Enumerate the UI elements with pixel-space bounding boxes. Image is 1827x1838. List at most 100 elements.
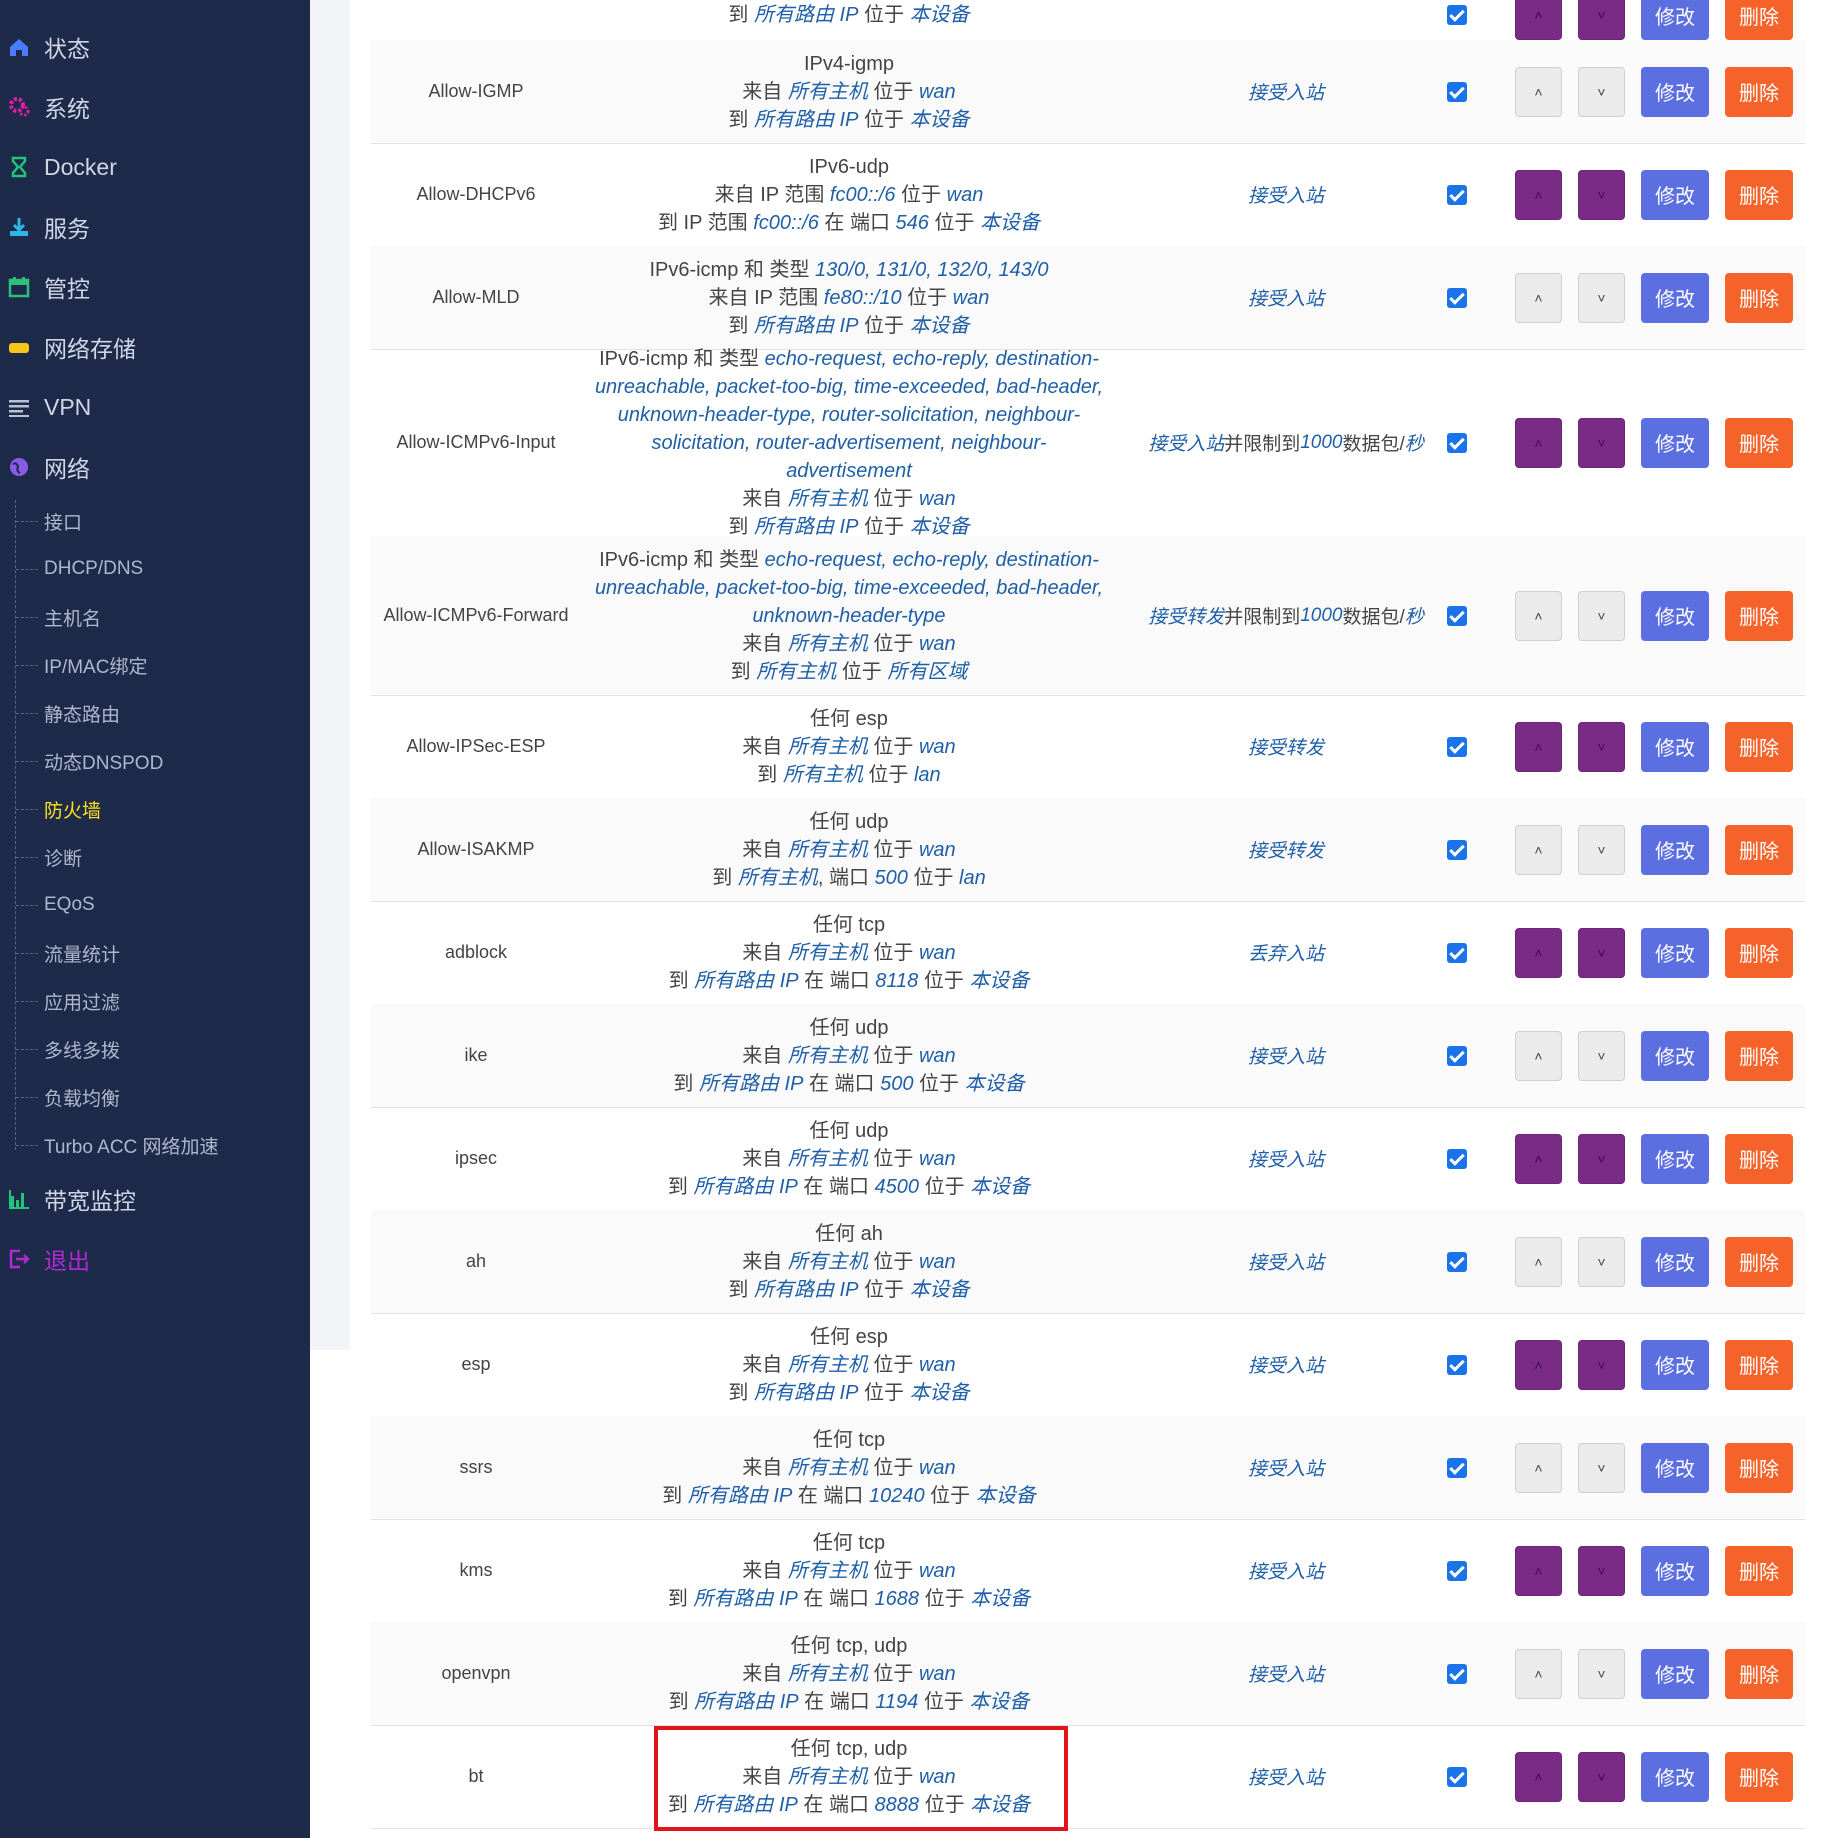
delete-button[interactable]: 删除 [1725, 1339, 1793, 1390]
delete-button[interactable]: 删除 [1725, 66, 1793, 117]
move-up-button[interactable]: ˄ [1515, 272, 1562, 323]
move-down-button[interactable]: ˅ [1578, 1751, 1625, 1802]
move-up-button[interactable]: ˄ [1515, 417, 1562, 468]
enable-checkbox[interactable] [1447, 432, 1467, 453]
menu-bottom-item-1[interactable]: 退出 [0, 1234, 310, 1284]
edit-button[interactable]: 修改 [1641, 1133, 1709, 1184]
menu-item-3[interactable]: 服务 [0, 202, 310, 252]
delete-button[interactable]: 删除 [1725, 1442, 1793, 1493]
edit-button[interactable]: 修改 [1641, 1648, 1709, 1699]
enable-checkbox[interactable] [1447, 605, 1467, 626]
edit-button[interactable]: 修改 [1641, 721, 1709, 772]
move-down-button[interactable]: ˅ [1578, 824, 1625, 875]
menu-item-2[interactable]: Docker [0, 142, 310, 192]
submenu-item-9[interactable]: 流量统计 [0, 933, 310, 973]
delete-button[interactable]: 删除 [1725, 1751, 1793, 1802]
delete-button[interactable]: 删除 [1725, 721, 1793, 772]
enable-checkbox[interactable] [1447, 942, 1467, 963]
enable-checkbox[interactable] [1447, 736, 1467, 757]
move-down-button[interactable]: ˅ [1578, 927, 1625, 978]
menu-item-1[interactable]: 系统 [0, 82, 310, 132]
move-down-button[interactable]: ˅ [1578, 1133, 1625, 1184]
move-down-button[interactable]: ˅ [1578, 721, 1625, 772]
submenu-item-8[interactable]: EQoS [0, 885, 310, 925]
move-down-button[interactable]: ˅ [1578, 66, 1625, 117]
edit-button[interactable]: 修改 [1641, 1030, 1709, 1081]
enable-checkbox[interactable] [1447, 287, 1467, 308]
edit-button[interactable]: 修改 [1641, 169, 1709, 220]
submenu-item-11[interactable]: 多线多拨 [0, 1029, 310, 1069]
move-down-button[interactable]: ˅ [1578, 169, 1625, 220]
move-up-button[interactable]: ˄ [1515, 590, 1562, 641]
submenu-item-4[interactable]: 静态路由 [0, 693, 310, 733]
edit-button[interactable]: 修改 [1641, 272, 1709, 323]
move-up-button[interactable]: ˄ [1515, 1751, 1562, 1802]
menu-item-0[interactable]: 状态 [0, 22, 310, 72]
delete-button[interactable]: 删除 [1725, 169, 1793, 220]
move-up-button[interactable]: ˄ [1515, 1545, 1562, 1596]
move-up-button[interactable]: ˄ [1515, 1442, 1562, 1493]
move-up-button[interactable]: ˄ [1515, 824, 1562, 875]
delete-button[interactable]: 删除 [1725, 1133, 1793, 1184]
submenu-item-7[interactable]: 诊断 [0, 837, 310, 877]
menu-bottom-item-0[interactable]: 带宽监控 [0, 1174, 310, 1224]
submenu-item-13[interactable]: Turbo ACC 网络加速 [0, 1125, 310, 1165]
menu-item-4[interactable]: 管控 [0, 262, 310, 312]
menu-item-5[interactable]: 网络存储 [0, 322, 310, 372]
enable-checkbox[interactable] [1447, 184, 1467, 205]
move-up-button[interactable]: ˄ [1515, 1133, 1562, 1184]
delete-button[interactable]: 删除 [1725, 1545, 1793, 1596]
move-up-button[interactable]: ˄ [1515, 1236, 1562, 1287]
move-up-button[interactable]: ˄ [1515, 169, 1562, 220]
move-up-button[interactable]: ˄ [1515, 1648, 1562, 1699]
move-down-button[interactable]: ˅ [1578, 272, 1625, 323]
delete-button[interactable]: 删除 [1725, 927, 1793, 978]
delete-button[interactable]: 删除 [1725, 272, 1793, 323]
enable-checkbox[interactable] [1447, 1148, 1467, 1169]
edit-button[interactable]: 修改 [1641, 1751, 1709, 1802]
move-up-button[interactable]: ˄ [1515, 1030, 1562, 1081]
submenu-item-10[interactable]: 应用过滤 [0, 981, 310, 1021]
enable-checkbox[interactable] [1447, 1354, 1467, 1375]
move-down-button[interactable]: ˅ [1578, 1648, 1625, 1699]
edit-button[interactable]: 修改 [1641, 1442, 1709, 1493]
edit-button[interactable]: 修改 [1641, 824, 1709, 875]
delete-button[interactable]: 删除 [1725, 1030, 1793, 1081]
menu-item-7[interactable]: 网络 [0, 442, 310, 492]
enable-checkbox[interactable] [1447, 5, 1467, 25]
edit-button[interactable]: 修改 [1641, 590, 1709, 641]
edit-button[interactable]: 修改 [1641, 1339, 1709, 1390]
move-down-button[interactable]: ˅ [1578, 417, 1625, 468]
edit-button[interactable]: 修改 [1641, 0, 1709, 40]
delete-button[interactable]: 删除 [1725, 0, 1793, 40]
move-down-button[interactable]: ˅ [1578, 590, 1625, 641]
move-up-button[interactable]: ˄ [1515, 0, 1562, 40]
move-up-button[interactable]: ˄ [1515, 927, 1562, 978]
edit-button[interactable]: 修改 [1641, 66, 1709, 117]
submenu-item-12[interactable]: 负载均衡 [0, 1077, 310, 1117]
move-up-button[interactable]: ˄ [1515, 66, 1562, 117]
enable-checkbox[interactable] [1447, 1663, 1467, 1684]
delete-button[interactable]: 删除 [1725, 590, 1793, 641]
move-down-button[interactable]: ˅ [1578, 1339, 1625, 1390]
submenu-item-3[interactable]: IP/MAC绑定 [0, 645, 310, 685]
delete-button[interactable]: 删除 [1725, 824, 1793, 875]
move-up-button[interactable]: ˄ [1515, 721, 1562, 772]
enable-checkbox[interactable] [1447, 1045, 1467, 1066]
submenu-item-0[interactable]: 接口 [0, 501, 310, 541]
submenu-item-5[interactable]: 动态DNSPOD [0, 741, 310, 781]
delete-button[interactable]: 删除 [1725, 1236, 1793, 1287]
move-down-button[interactable]: ˅ [1578, 1545, 1625, 1596]
move-down-button[interactable]: ˅ [1578, 1236, 1625, 1287]
edit-button[interactable]: 修改 [1641, 1545, 1709, 1596]
submenu-item-2[interactable]: 主机名 [0, 597, 310, 637]
enable-checkbox[interactable] [1447, 1457, 1467, 1478]
move-down-button[interactable]: ˅ [1578, 1442, 1625, 1493]
edit-button[interactable]: 修改 [1641, 417, 1709, 468]
move-down-button[interactable]: ˅ [1578, 0, 1625, 40]
enable-checkbox[interactable] [1447, 1560, 1467, 1581]
menu-item-6[interactable]: VPN [0, 382, 310, 432]
enable-checkbox[interactable] [1447, 1251, 1467, 1272]
submenu-item-6[interactable]: 防火墙 [0, 789, 310, 829]
enable-checkbox[interactable] [1447, 839, 1467, 860]
